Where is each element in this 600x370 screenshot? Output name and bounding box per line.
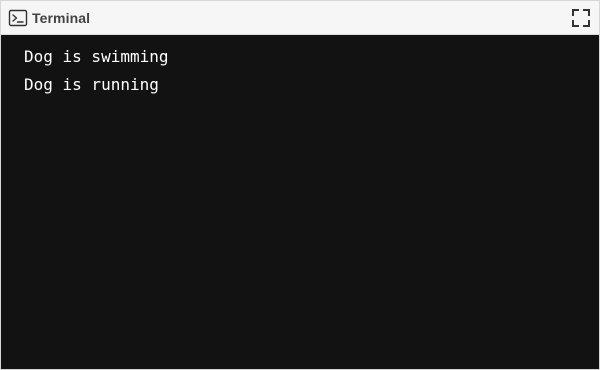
terminal-output[interactable]: Dog is swimming Dog is running: [1, 35, 599, 369]
window-title: Terminal: [32, 9, 91, 26]
terminal-icon: [8, 8, 28, 28]
fullscreen-icon[interactable]: [570, 7, 592, 29]
output-line: Dog is swimming: [24, 47, 169, 66]
output-line: Dog is running: [24, 75, 159, 94]
terminal-window: Terminal Dog is swimming Dog is running: [0, 0, 600, 370]
title-bar: Terminal: [1, 1, 599, 35]
title-group: Terminal: [8, 8, 90, 28]
